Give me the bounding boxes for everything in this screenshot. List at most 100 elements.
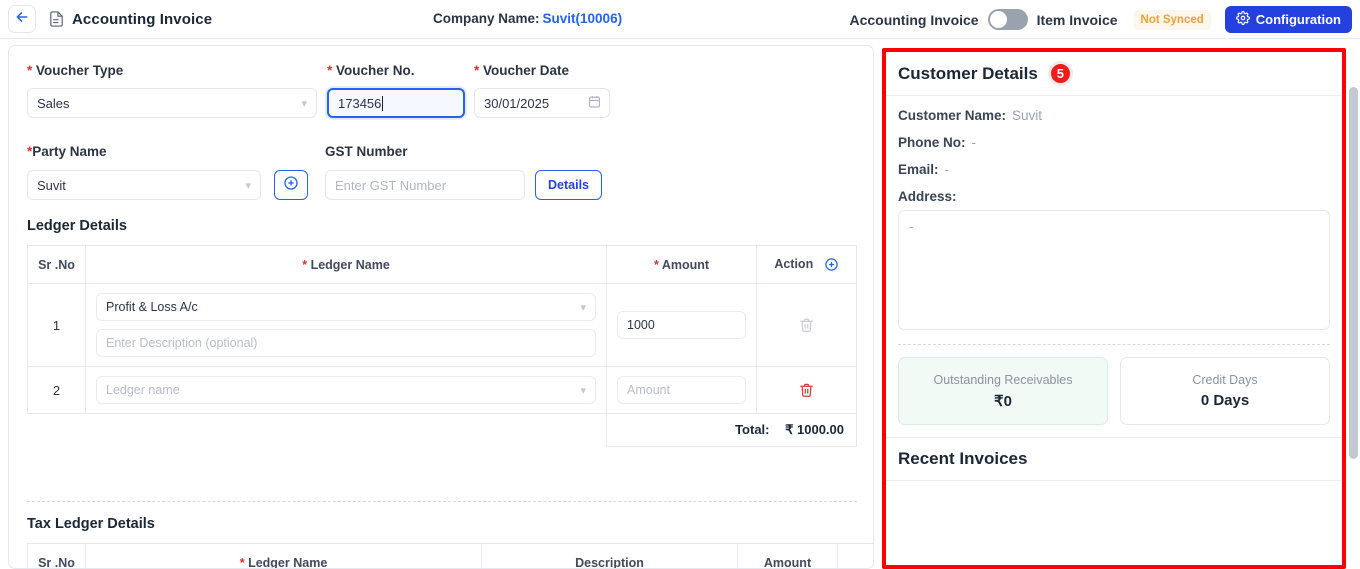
voucher-date-value: 30/01/2025 xyxy=(484,95,550,111)
phone-row: Phone No: - xyxy=(898,135,1330,150)
tax-ledger-details-table: Sr .No * Ledger Name Description Amount … xyxy=(27,543,873,569)
tax-col-srno: Sr .No xyxy=(27,543,86,568)
phone-label: Phone No: xyxy=(898,135,966,150)
ledger-row1-action-cell xyxy=(756,283,857,367)
top-bar-right-group: Accounting Invoice Item Invoice Not Sync… xyxy=(849,0,1352,39)
customer-details-panel: Customer Details 5 Customer Name: Suvit P… xyxy=(882,48,1346,569)
voucher-no-required: * xyxy=(327,63,333,78)
voucher-type-label: * Voucher Type xyxy=(27,63,317,78)
details-button[interactable]: Details xyxy=(535,170,602,200)
invoice-mode-toggle[interactable] xyxy=(987,9,1028,30)
outstanding-receivables-value: ₹0 xyxy=(994,392,1012,410)
gst-number-input[interactable]: Enter GST Number xyxy=(325,170,525,200)
customer-name-label: Customer Name: xyxy=(898,108,1007,123)
table-row: 2 Ledger name ▾ Amount xyxy=(27,366,857,414)
invoice-form-panel: * Voucher Type Sales ▾ * Voucher No. 173… xyxy=(8,45,874,569)
address-label: Address: xyxy=(898,189,957,204)
text-caret xyxy=(382,95,384,111)
status-badge: 5 xyxy=(1047,61,1073,86)
ledger-col-action-text: Action xyxy=(774,256,814,271)
ledger-row1-description-placeholder: Enter Description (optional) xyxy=(106,336,258,350)
outstanding-receivables-label: Outstanding Receivables xyxy=(933,372,1073,387)
party-row: *Party Name Suvit ▾ GST Number Enter GST… xyxy=(27,144,857,200)
voucher-date-input[interactable]: 30/01/2025 xyxy=(474,88,610,118)
ledger-row2-name-cell: Ledger name ▾ xyxy=(85,366,607,414)
customer-details-title: Customer Details xyxy=(898,63,1038,83)
recent-invoices-list xyxy=(886,481,1342,565)
total-spacer-1 xyxy=(27,413,86,447)
ledger-row1-amount-cell: 1000 xyxy=(606,283,757,367)
voucher-date-label-text: Voucher Date xyxy=(483,63,570,78)
amount-required: * xyxy=(653,257,659,272)
ledger-total-cell: Total: ₹ 1000.00 xyxy=(606,413,857,447)
ledger-total-label: Total: xyxy=(735,422,770,437)
delete-ledger-row-1-button[interactable] xyxy=(767,317,846,333)
configuration-button-label: Configuration xyxy=(1255,12,1341,27)
top-bar: Accounting Invoice Company Name: Suvit(10… xyxy=(0,0,1360,39)
party-name-select[interactable]: Suvit ▾ xyxy=(27,170,261,200)
tax-col-ledger-name-text: Ledger Name xyxy=(248,555,328,569)
ledger-col-amount: * Amount xyxy=(606,245,757,284)
credit-days-card: Credit Days 0 Days xyxy=(1120,357,1330,425)
voucher-date-group: * Voucher Date 30/01/2025 xyxy=(474,63,610,118)
credit-days-value: 0 Days xyxy=(1200,392,1250,409)
ledger-row2-name-select[interactable]: Ledger name ▾ xyxy=(96,376,596,404)
sync-status-badge: Not Synced xyxy=(1133,9,1211,30)
chevron-down-icon: ▾ xyxy=(301,97,307,110)
add-ledger-row-button[interactable] xyxy=(824,257,839,272)
delete-ledger-row-2-button[interactable] xyxy=(767,382,846,398)
voucher-type-select[interactable]: Sales ▾ xyxy=(27,88,317,118)
plus-circle-icon xyxy=(283,175,299,196)
ledger-row1-description-input[interactable]: Enter Description (optional) xyxy=(96,329,596,357)
ledger-col-srno: Sr .No xyxy=(27,245,86,284)
tax-col-description: Description xyxy=(481,543,738,568)
ledger-table-header-row: Sr .No * Ledger Name * Amount Action xyxy=(27,245,857,284)
item-invoice-toggle-label: Item Invoice xyxy=(1036,11,1118,28)
back-button[interactable] xyxy=(8,5,36,33)
ledger-name-required: * xyxy=(302,257,308,272)
gst-number-label: GST Number xyxy=(325,144,408,159)
section-divider xyxy=(27,501,857,502)
chevron-down-icon: ▾ xyxy=(245,179,251,192)
ledger-row2-srno: 2 xyxy=(27,366,86,414)
accounting-invoice-page: Accounting Invoice Company Name: Suvit(10… xyxy=(0,0,1360,569)
arrow-left-icon xyxy=(15,10,29,29)
voucher-date-required: * xyxy=(474,63,480,78)
voucher-type-label-text: Voucher Type xyxy=(36,63,124,78)
tax-col-amount: Amount xyxy=(737,543,838,568)
configuration-button[interactable]: Configuration xyxy=(1224,6,1352,33)
recent-invoices-header: Recent Invoices xyxy=(886,437,1342,481)
recent-invoices-title: Recent Invoices xyxy=(898,449,1028,468)
add-party-button[interactable] xyxy=(274,170,308,200)
ledger-total-value: ₹ 1000.00 xyxy=(785,422,844,437)
ledger-col-ledger-name-text: Ledger Name xyxy=(310,257,390,272)
outstanding-receivables-card: Outstanding Receivables ₹0 xyxy=(898,357,1108,425)
company-name-display: Company Name: Suvit(10006) xyxy=(433,11,622,26)
gst-number-placeholder: Enter GST Number xyxy=(335,177,447,193)
ledger-row1-name-select[interactable]: Profit & Loss A/c ▾ xyxy=(96,293,596,321)
voucher-no-input[interactable]: 173456 xyxy=(327,88,465,118)
ledger-row2-amount-input[interactable]: Amount xyxy=(617,376,746,404)
ledger-row2-amount-placeholder: Amount xyxy=(627,383,671,397)
ledger-row1-name-value: Profit & Loss A/c xyxy=(106,300,198,314)
gst-number-group: GST Number Enter GST Number xyxy=(325,144,525,200)
voucher-no-label-text: Voucher No. xyxy=(336,63,415,78)
voucher-no-label: * Voucher No. xyxy=(327,63,465,78)
ledger-row1-srno: 1 xyxy=(27,283,86,367)
party-name-label: *Party Name xyxy=(27,144,261,159)
ledger-row1-name-cell: Profit & Loss A/c ▾ Enter Description (o… xyxy=(85,283,607,367)
customer-info-list: Customer Name: Suvit Phone No: - Email: - A… xyxy=(886,96,1342,204)
ledger-details-title: Ledger Details xyxy=(27,218,127,234)
tax-col-ledger-name: * Ledger Name xyxy=(85,543,482,569)
ledger-row1-amount-input[interactable]: 1000 xyxy=(617,311,746,339)
customer-name-row: Customer Name: Suvit xyxy=(898,108,1330,123)
ledger-details-table: Sr .No * Ledger Name * Amount Action 1 P… xyxy=(27,245,857,447)
voucher-no-group: * Voucher No. 173456 xyxy=(327,63,465,118)
page-scrollbar-track[interactable] xyxy=(1346,39,1360,569)
page-scrollbar-thumb[interactable] xyxy=(1349,87,1358,459)
party-name-group: *Party Name Suvit ▾ xyxy=(27,144,261,200)
page-title: Accounting Invoice xyxy=(72,10,213,28)
customer-details-header: Customer Details 5 xyxy=(886,52,1342,96)
details-group: Details xyxy=(535,144,602,200)
voucher-no-value: 173456 xyxy=(338,95,382,111)
